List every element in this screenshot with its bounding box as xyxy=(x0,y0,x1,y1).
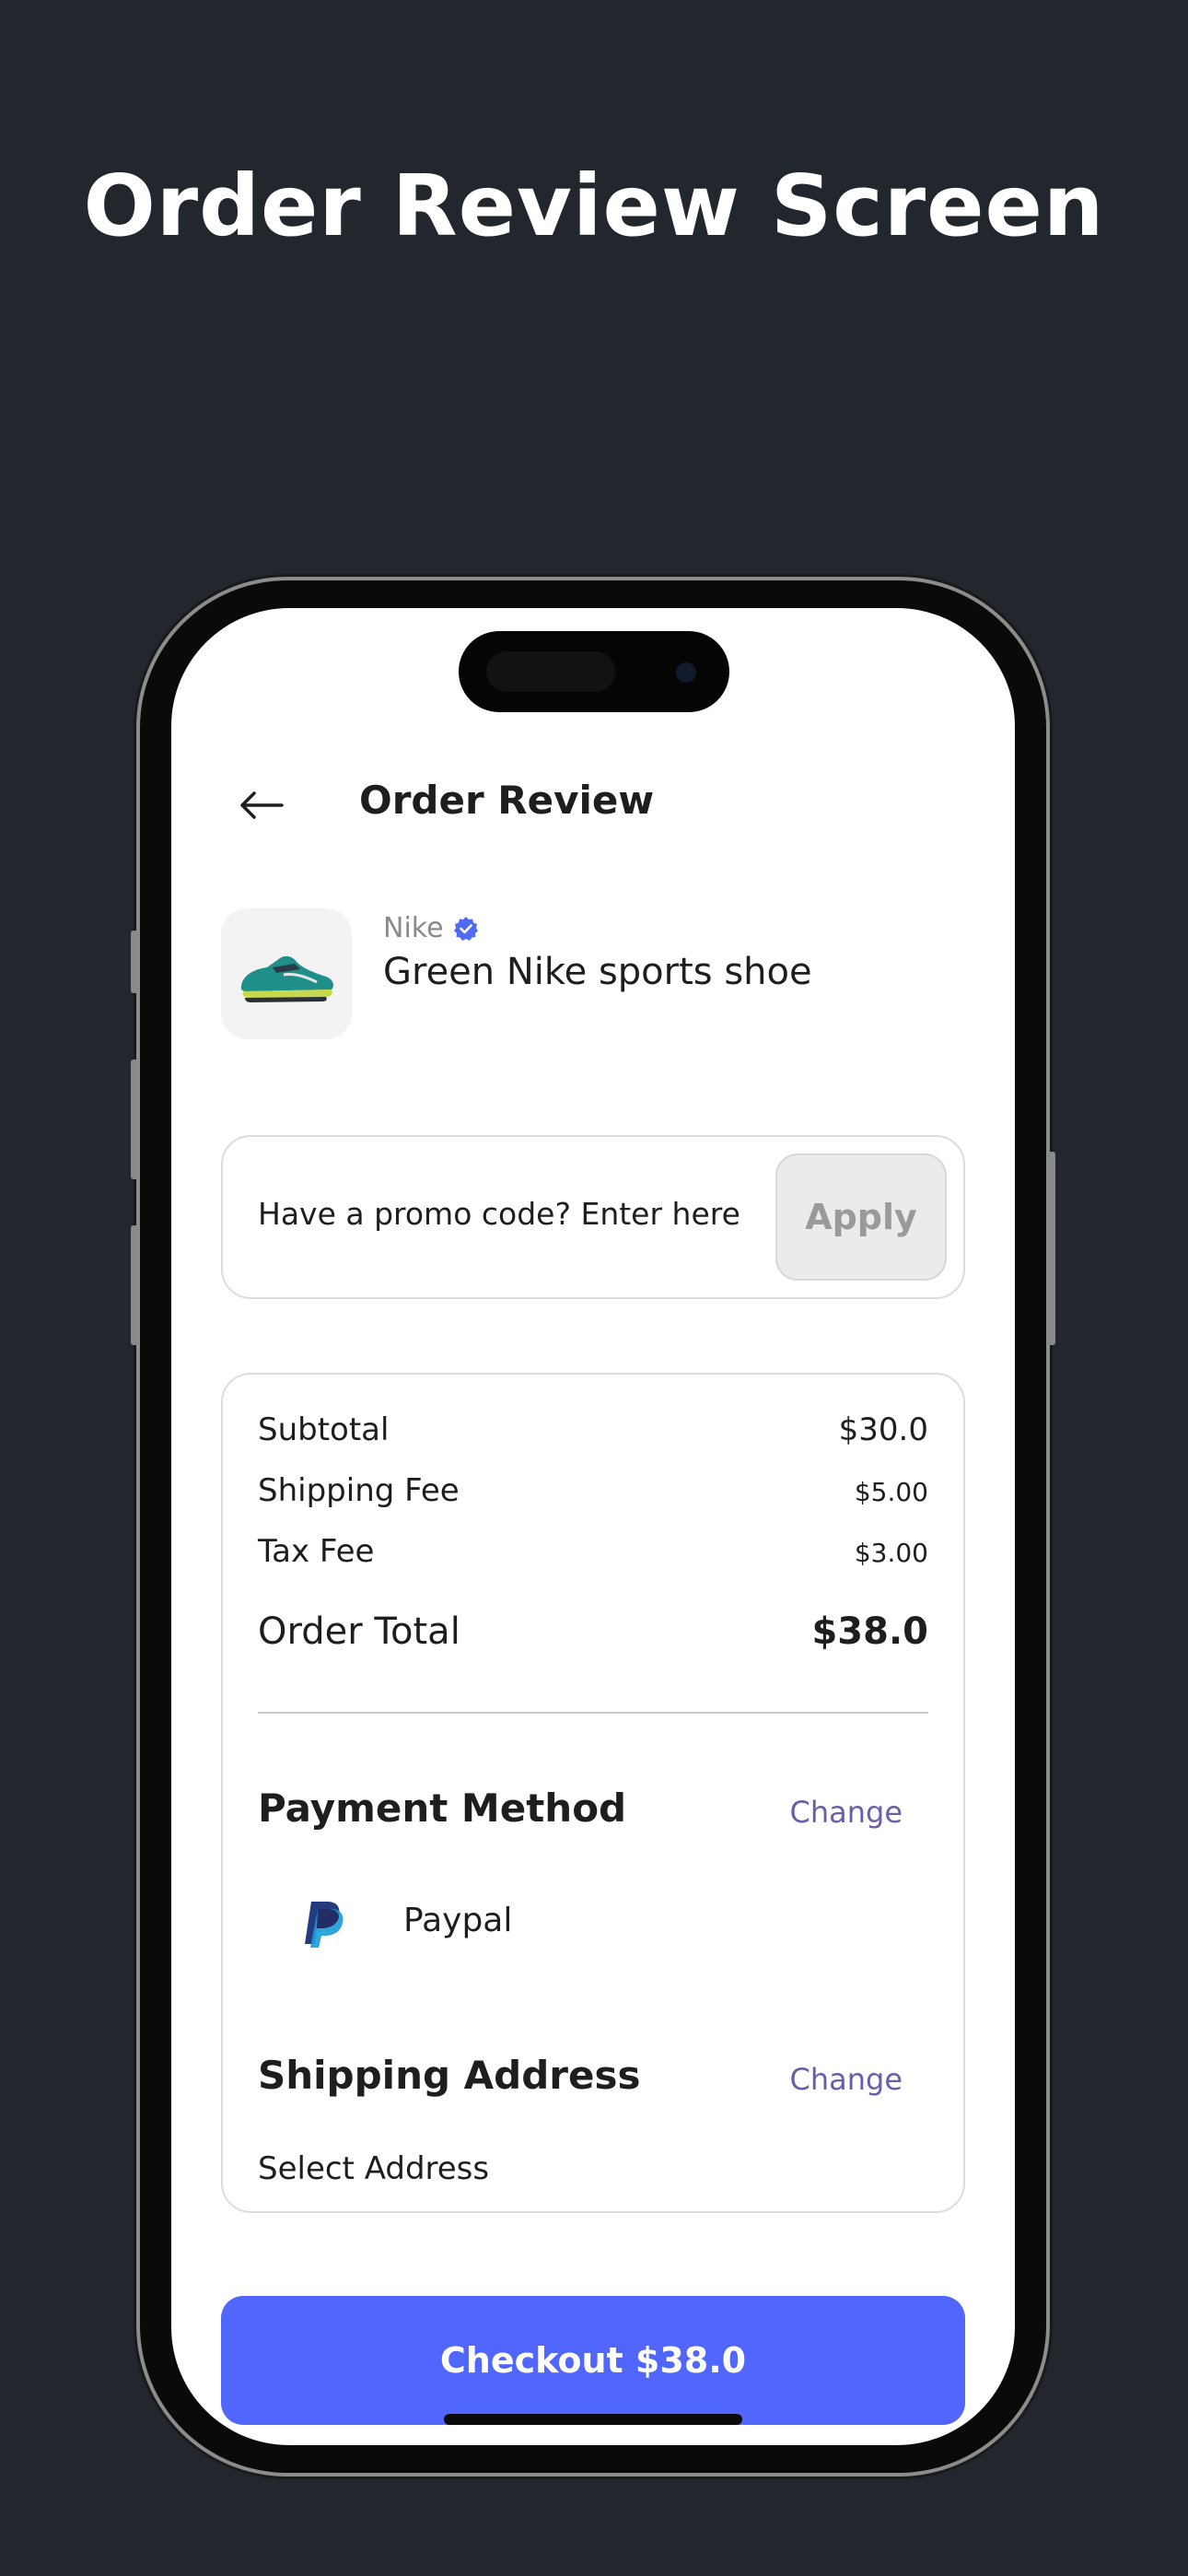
product-name: Green Nike sports shoe xyxy=(383,951,812,993)
dynamic-island xyxy=(459,631,729,712)
phone-side-button xyxy=(1048,1152,1055,1345)
verified-badge-icon xyxy=(453,916,478,941)
apply-button[interactable]: Apply xyxy=(775,1153,947,1281)
brand-name: Nike xyxy=(383,912,444,944)
divider xyxy=(258,1712,928,1714)
phone-frame: Order Review Nike Green Nike sports shoe xyxy=(131,580,1055,2473)
change-address-link[interactable]: Change xyxy=(789,2062,903,2097)
phone-screen: Order Review Nike Green Nike sports shoe xyxy=(171,608,1015,2445)
camera-icon xyxy=(676,662,696,683)
order-total-row: Order Total $38.0 xyxy=(258,1610,928,1653)
paypal-icon xyxy=(305,1902,344,1948)
order-total-value: $38.0 xyxy=(811,1610,928,1653)
order-summary-card: Subtotal $30.0 Shipping Fee $5.00 Tax Fe… xyxy=(221,1373,965,2213)
brand-row: Nike xyxy=(383,912,479,944)
tax-fee-label: Tax Fee xyxy=(258,1533,375,1570)
page-title: Order Review xyxy=(359,778,655,823)
hero-title: Order Review Screen xyxy=(83,157,1105,255)
shipping-fee-row: Shipping Fee $5.00 xyxy=(258,1472,928,1509)
phone-side-button xyxy=(131,1225,138,1345)
home-indicator xyxy=(444,2414,742,2425)
tax-fee-row: Tax Fee $3.00 xyxy=(258,1533,928,1570)
subtotal-label: Subtotal xyxy=(258,1411,390,1448)
payment-method-title: Payment Method xyxy=(258,1786,627,1831)
promo-code-input[interactable]: Have a promo code? Enter here xyxy=(258,1196,740,1232)
island-sensor xyxy=(486,651,615,692)
shoe-icon xyxy=(240,955,333,1002)
phone-side-button xyxy=(131,931,138,993)
subtotal-value: $30.0 xyxy=(838,1411,928,1448)
page: Order Review Screen Order Review Nike Gr… xyxy=(0,0,1188,2576)
shipping-address-title: Shipping Address xyxy=(258,2053,641,2098)
back-button[interactable] xyxy=(232,776,291,835)
phone-side-button xyxy=(131,1060,138,1179)
change-payment-link[interactable]: Change xyxy=(789,1795,903,1830)
product-image xyxy=(221,908,352,1039)
tax-fee-value: $3.00 xyxy=(854,1538,928,1568)
paypal-label: Paypal xyxy=(403,1902,513,1939)
order-total-label: Order Total xyxy=(258,1610,460,1653)
shipping-fee-value: $5.00 xyxy=(854,1477,928,1507)
select-address-link[interactable]: Select Address xyxy=(258,2150,489,2187)
subtotal-row: Subtotal $30.0 xyxy=(258,1411,928,1448)
promo-code-field[interactable]: Have a promo code? Enter here Apply xyxy=(221,1135,965,1299)
shipping-fee-label: Shipping Fee xyxy=(258,1472,460,1509)
arrow-left-icon xyxy=(240,791,284,819)
checkout-button[interactable]: Checkout $38.0 xyxy=(221,2296,965,2425)
